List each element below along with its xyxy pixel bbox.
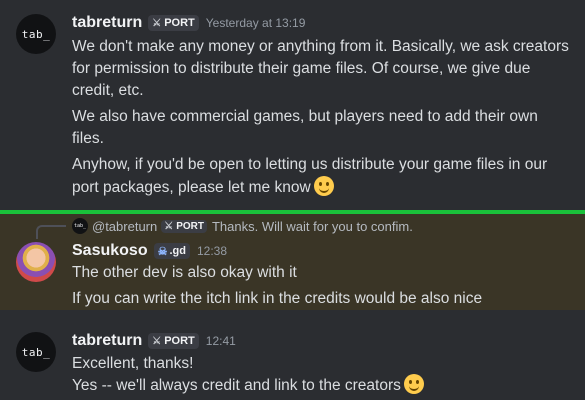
message-text-span: port packages, please let me know xyxy=(72,179,311,196)
message-text: port packages, please let me know xyxy=(72,176,334,199)
reply-preview[interactable]: tab_ @tabreturn ⚔ PORT Thanks. Will wait… xyxy=(72,218,413,234)
avatar[interactable]: tab_ xyxy=(16,332,56,372)
message-text: credit, etc. xyxy=(72,82,144,99)
message-text: Excellent, thanks! xyxy=(72,355,194,372)
skull-icon: ☠ xyxy=(157,245,168,258)
reply-role-tag: ⚔ PORT xyxy=(161,219,207,233)
message-text: Yes -- we'll always credit and link to t… xyxy=(72,374,424,397)
message-text: files. xyxy=(72,130,104,147)
role-tag-label: PORT xyxy=(164,17,195,29)
message-text: We also have commercial games, but playe… xyxy=(72,108,538,125)
sword-icon: ⚔ xyxy=(164,220,174,232)
reply-avatar: tab_ xyxy=(72,218,88,234)
role-tag[interactable]: ⚔ PORT xyxy=(148,15,199,31)
message-text: The other dev is also okay with it xyxy=(72,264,297,281)
username[interactable]: Sasukoso xyxy=(72,242,148,260)
role-tag[interactable]: ⚔ PORT xyxy=(148,333,199,349)
message-text: for permission to distribute their game … xyxy=(72,60,531,77)
message-header: tabreturn ⚔ PORT 12:41 xyxy=(72,332,236,350)
smile-emoji-icon[interactable] xyxy=(313,176,334,196)
sword-icon: ⚔ xyxy=(152,17,162,29)
username[interactable]: tabreturn xyxy=(72,332,142,350)
reply-role-tag-label: PORT xyxy=(176,220,204,232)
message-text: If you can write the itch link in the cr… xyxy=(72,290,483,307)
message-text: We don't make any money or anything from… xyxy=(72,38,569,55)
username[interactable]: tabreturn xyxy=(72,14,142,32)
role-tag[interactable]: ☠ .gd xyxy=(153,243,190,259)
sword-icon: ⚔ xyxy=(152,335,162,347)
role-tag-label: PORT xyxy=(164,335,195,347)
reply-text: Thanks. Will wait for you to confim. xyxy=(211,218,413,234)
timestamp[interactable]: 12:38 xyxy=(197,244,227,258)
reply-username[interactable]: @tabreturn xyxy=(92,219,157,234)
timestamp[interactable]: Yesterday at 13:19 xyxy=(206,16,306,30)
message-text: Anyhow, if you'd be open to letting us d… xyxy=(72,156,548,173)
message-text-span: Yes -- we'll always credit and link to t… xyxy=(72,377,401,394)
role-tag-label: .gd xyxy=(169,245,186,257)
avatar[interactable]: tab_ xyxy=(16,14,56,54)
reply-spine xyxy=(36,225,66,239)
message-header: tabreturn ⚔ PORT Yesterday at 13:19 xyxy=(72,14,305,32)
message-header: Sasukoso ☠ .gd 12:38 xyxy=(72,242,227,260)
smile-emoji-icon[interactable] xyxy=(403,374,424,394)
avatar[interactable] xyxy=(16,242,56,282)
timestamp[interactable]: 12:41 xyxy=(206,334,236,348)
